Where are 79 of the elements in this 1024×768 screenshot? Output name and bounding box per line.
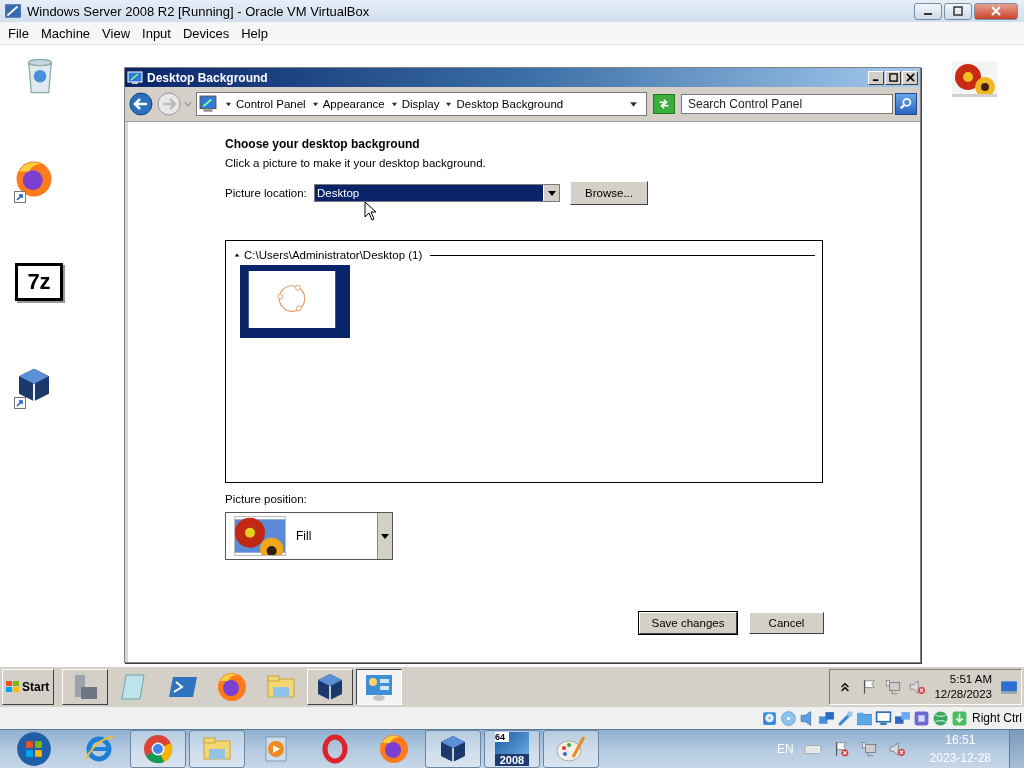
clock-time: 16:51 [945, 732, 976, 749]
host-key-label: Right Ctrl [972, 711, 1022, 725]
search-button[interactable] [895, 93, 917, 115]
clock-date: 2023-12-28 [929, 750, 991, 767]
menu-item[interactable]: View [98, 25, 139, 41]
volume-muted-icon[interactable] [887, 740, 906, 758]
start-button[interactable]: Start [2, 669, 54, 705]
monitor-icon[interactable] [1000, 678, 1018, 696]
caret-icon[interactable] [445, 100, 453, 108]
window-title: Desktop Background [147, 70, 269, 85]
browse-button[interactable]: Browse... [570, 181, 648, 205]
taskbar-button[interactable] [356, 669, 402, 705]
breadcrumb-item[interactable]: Control Panel [236, 98, 306, 110]
screens-icon[interactable] [894, 709, 911, 727]
cursor-icon [364, 201, 376, 221]
network-icon[interactable] [818, 709, 835, 727]
position-dropdown[interactable]: Fill [225, 512, 393, 560]
thumbnail[interactable] [240, 265, 350, 338]
virtualbox-app-icon [4, 2, 22, 20]
heading: Choose your desktop background [225, 137, 421, 153]
maximize-icon [952, 5, 964, 17]
minimize-icon [924, 13, 932, 15]
menu-item[interactable]: Devices [178, 25, 238, 41]
instruction-text: Click a picture to make it your desktop background. [225, 157, 487, 171]
minimize-button[interactable] [914, 2, 942, 20]
group-header[interactable]: C:\Users\Administrator\Desktop (1) [244, 249, 423, 261]
server-logo: 64 2008 [495, 732, 529, 766]
caret-icon [381, 532, 389, 540]
window-title: Windows Server 2008 R2 [Running] - Oracle VM VirtualBox [27, 3, 371, 19]
clock-time: 5:51 AM [949, 672, 992, 687]
search-field[interactable]: Search Control Panel [681, 94, 893, 114]
chrome-icon [142, 733, 174, 765]
caret-icon [547, 189, 556, 197]
taskbar-button[interactable] [425, 730, 481, 768]
breadcrumb-item[interactable]: Display [401, 98, 440, 110]
start-orb-icon [16, 731, 52, 767]
network-icon[interactable] [859, 740, 878, 758]
field-label: Picture location: [225, 187, 308, 199]
firefox-icon [378, 733, 410, 765]
download-icon[interactable] [951, 709, 968, 727]
location-dropdown[interactable]: Desktop [314, 184, 560, 202]
breadcrumb-item[interactable]: Appearance [322, 98, 385, 110]
menu-item[interactable]: Machine [36, 25, 99, 41]
clock-date: 12/28/2023 [934, 687, 992, 702]
back-button[interactable] [128, 91, 154, 117]
caret-icon[interactable] [311, 100, 319, 108]
breadcrumb-item[interactable]: Desktop Background [456, 98, 564, 110]
cancel-button[interactable]: Cancel [749, 612, 824, 634]
sevenzip-icon[interactable]: 7z [15, 263, 63, 301]
menu-item[interactable]: Input [138, 25, 179, 41]
four-squares-icon [5, 679, 21, 695]
network-icon[interactable] [884, 678, 903, 696]
save-button[interactable]: Save changes [639, 612, 737, 634]
close-icon [905, 73, 915, 82]
chip-icon[interactable] [913, 709, 930, 727]
caret-icon[interactable] [225, 100, 232, 108]
taskbar-button[interactable]: 64 2008 [484, 730, 540, 768]
refresh-button[interactable] [653, 94, 675, 114]
menu-item[interactable]: File [4, 25, 37, 41]
firefox-icon [216, 671, 248, 703]
history-dropdown-icon[interactable] [184, 100, 192, 108]
address-field[interactable]: Control Panel Appearance Display Desktop Background [196, 92, 647, 116]
caret-icon[interactable] [390, 100, 398, 108]
volume-muted-icon[interactable] [908, 678, 927, 696]
close-icon [990, 5, 1002, 17]
display-settings-icon [127, 69, 143, 86]
menu-item[interactable]: Help [237, 25, 276, 41]
field-label: Picture position: [225, 493, 308, 507]
caret-icon[interactable] [629, 99, 638, 109]
collapse-icon[interactable] [234, 252, 240, 258]
maximize-icon [888, 73, 898, 82]
show-desktop-button[interactable] [1009, 730, 1024, 768]
maximize-button[interactable] [944, 2, 972, 20]
refresh-icon [657, 97, 671, 111]
display-icon[interactable] [875, 709, 892, 727]
display-settings-icon [199, 95, 217, 113]
globe-icon[interactable] [932, 709, 949, 727]
usb-icon[interactable] [837, 709, 854, 727]
search-icon [899, 97, 913, 111]
